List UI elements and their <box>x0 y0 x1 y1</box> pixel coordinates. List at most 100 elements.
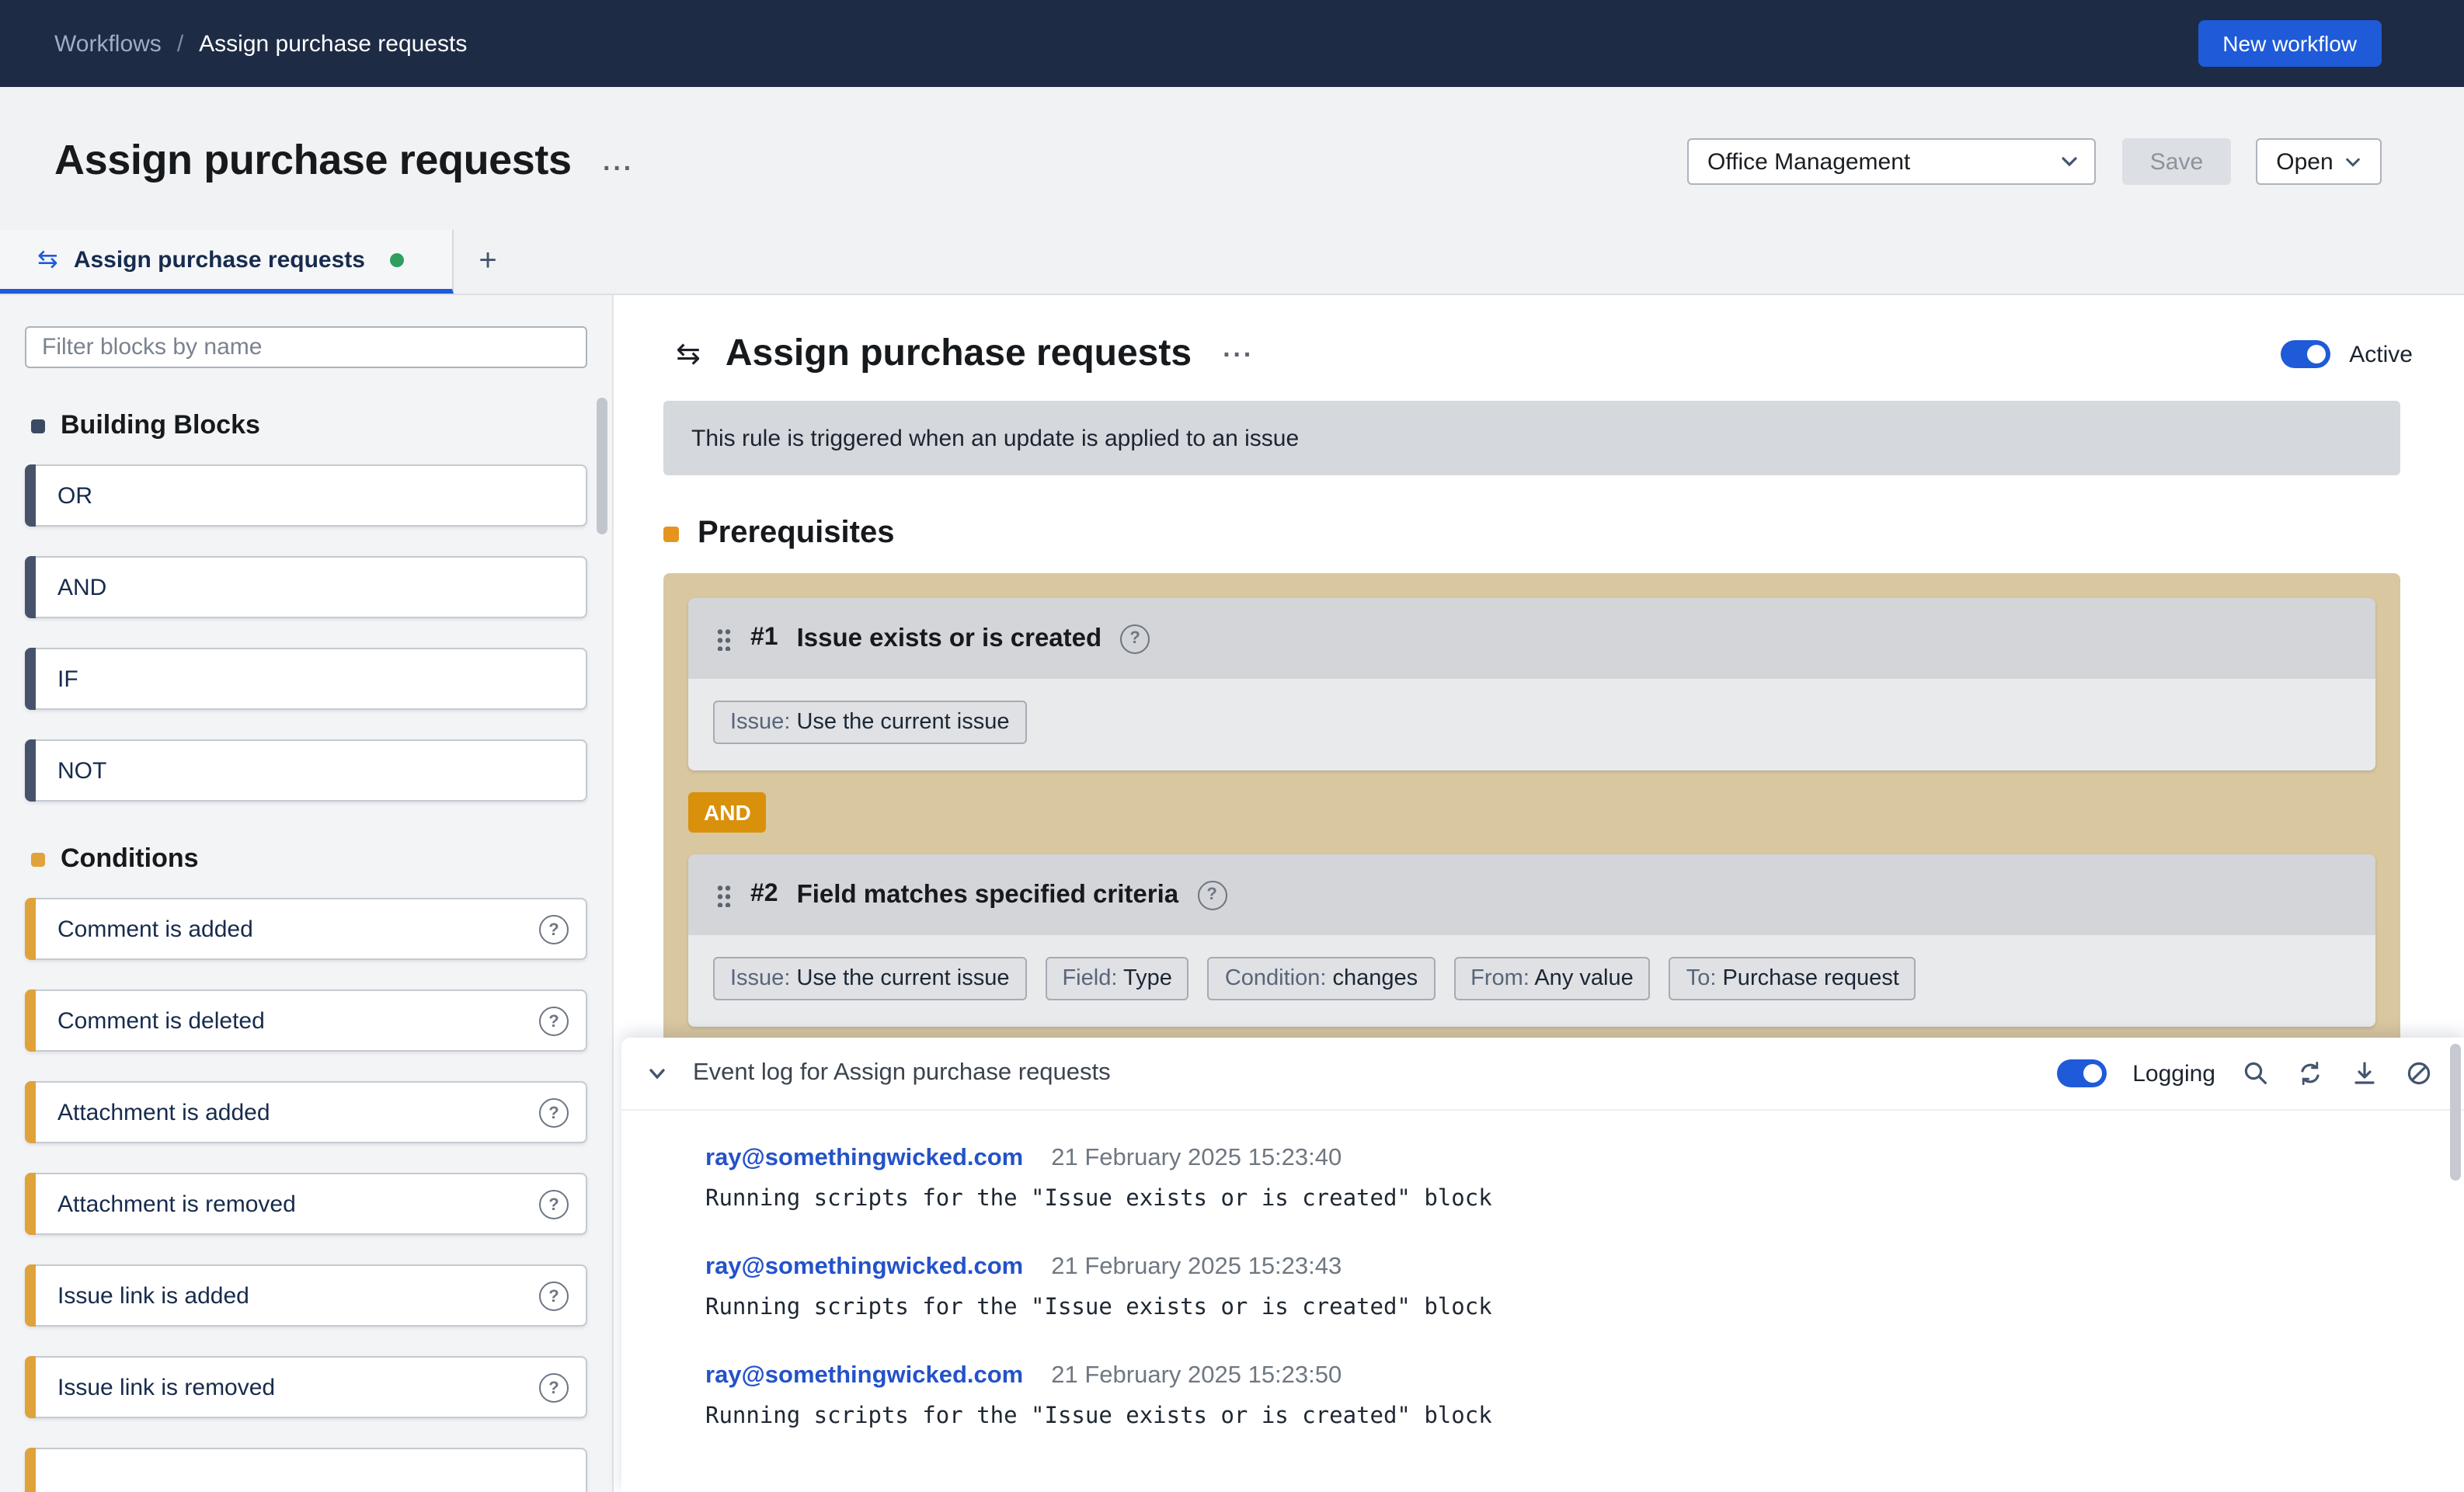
tab-assign-purchase-requests[interactable]: ⇆ Assign purchase requests <box>0 230 454 294</box>
chip-label: To: <box>1686 966 1717 991</box>
block-card-label: AND <box>57 574 106 600</box>
project-dropdown-value: Office Management <box>1707 148 1910 175</box>
log-timestamp: 21 February 2025 15:23:43 <box>1051 1254 1342 1282</box>
block-card-label: NOT <box>57 757 106 784</box>
active-toggle-label: Active <box>2349 341 2413 367</box>
rule-block-2[interactable]: #2 Field matches specified criteria ? Is… <box>688 854 2375 1027</box>
toggle-knob <box>2083 1064 2101 1083</box>
block-card-comment-is-added[interactable]: Comment is added ? <box>25 898 587 960</box>
chip-label: Condition: <box>1225 966 1327 991</box>
workflow-title: Assign purchase requests <box>726 332 1192 376</box>
download-log-icon[interactable] <box>2351 1059 2379 1087</box>
add-tab-button[interactable]: + <box>466 239 510 283</box>
breadcrumb-current: Assign purchase requests <box>199 30 467 57</box>
page-title: Assign purchase requests <box>54 137 572 185</box>
rule-block-1-header: #1 Issue exists or is created ? <box>688 598 2375 679</box>
open-button[interactable]: Open <box>2256 138 2382 185</box>
prerequisites-title: Prerequisites <box>698 516 894 551</box>
block-card-or[interactable]: OR <box>25 464 587 527</box>
breadcrumb-workflows-link[interactable]: Workflows <box>54 30 162 57</box>
page-header: Assign purchase requests ··· Office Mana… <box>0 87 2464 230</box>
drag-handle-icon[interactable] <box>716 882 732 907</box>
block-card-label: Issue link is added <box>57 1282 249 1309</box>
rule-title: Field matches specified criteria <box>797 880 1179 909</box>
search-log-icon[interactable] <box>2242 1059 2270 1087</box>
collapse-log-icon[interactable] <box>646 1062 668 1084</box>
rule-chip-condition: Condition: changes <box>1208 957 1435 1000</box>
help-icon[interactable]: ? <box>539 1282 569 1311</box>
save-button[interactable]: Save <box>2122 138 2231 185</box>
log-user-link[interactable]: ray@somethingwicked.com <box>705 1254 1023 1282</box>
help-icon[interactable]: ? <box>539 1098 569 1128</box>
prerequisites-heading: Prerequisites <box>663 516 2464 551</box>
chip-value: Type <box>1123 966 1172 991</box>
workflow-more-options-icon[interactable]: ··· <box>1216 338 1260 370</box>
rule-chip-to: To: Purchase request <box>1669 957 1916 1000</box>
log-entry: ray@somethingwicked.com 21 February 2025… <box>705 1362 2464 1429</box>
new-workflow-button[interactable]: New workflow <box>2198 20 2382 67</box>
rule-chip-from: From: Any value <box>1453 957 1651 1000</box>
filter-blocks-input[interactable] <box>25 326 587 368</box>
event-log-title: Event log for Assign purchase requests <box>693 1059 1111 1087</box>
active-toggle[interactable] <box>2281 340 2330 368</box>
help-icon[interactable]: ? <box>1120 624 1150 653</box>
page-more-options-icon[interactable]: ··· <box>597 152 640 185</box>
workflow-tab-bar: ⇆ Assign purchase requests + <box>0 230 2464 295</box>
breadcrumb-separator: / <box>177 30 183 57</box>
log-entry: ray@somethingwicked.com 21 February 2025… <box>705 1145 2464 1212</box>
block-card-comment-is-deleted[interactable]: Comment is deleted ? <box>25 989 587 1052</box>
rule-block-2-body: Issue: Use the current issue Field: Type… <box>688 935 2375 1027</box>
log-user-link[interactable]: ray@somethingwicked.com <box>705 1145 1023 1173</box>
event-log-entries: ray@somethingwicked.com 21 February 2025… <box>621 1111 2464 1429</box>
chip-label: From: <box>1470 966 1530 991</box>
log-message: Running scripts for the "Issue exists or… <box>705 1404 2464 1429</box>
event-log-header: Event log for Assign purchase requests L… <box>621 1038 2464 1111</box>
building-blocks-section-heading: Building Blocks <box>31 410 587 441</box>
logging-toggle[interactable] <box>2056 1059 2106 1087</box>
rule-chip-issue: Issue: Use the current issue <box>713 957 1026 1000</box>
chevron-down-icon <box>2344 153 2361 170</box>
block-card-issue-link-is-removed[interactable]: Issue link is removed ? <box>25 1356 587 1418</box>
workflow-header: ⇆ Assign purchase requests ··· Active <box>614 295 2464 376</box>
workflow-builder-app: Workflows / Assign purchase requests New… <box>0 0 2464 1492</box>
rule-chip-field: Field: Type <box>1045 957 1188 1000</box>
and-connector[interactable]: AND <box>688 792 767 833</box>
block-card-partial[interactable] <box>25 1448 587 1492</box>
chip-value: Any value <box>1534 966 1633 991</box>
block-card-issue-link-is-added[interactable]: Issue link is added ? <box>25 1264 587 1327</box>
help-icon[interactable]: ? <box>539 1373 569 1403</box>
open-button-label: Open <box>2276 148 2333 175</box>
project-dropdown[interactable]: Office Management <box>1687 138 2096 185</box>
clear-log-icon[interactable] <box>2405 1059 2433 1087</box>
event-log-scrollbar[interactable] <box>2450 1044 2461 1181</box>
log-entry: ray@somethingwicked.com 21 February 2025… <box>705 1254 2464 1320</box>
refresh-log-icon[interactable] <box>2296 1059 2324 1087</box>
conditions-title: Conditions <box>61 843 199 875</box>
rule-block-1[interactable]: #1 Issue exists or is created ? Issue: U… <box>688 598 2375 770</box>
event-log-actions: Logging <box>2056 1059 2433 1087</box>
chip-label: Issue: <box>730 966 790 991</box>
block-card-attachment-is-added[interactable]: Attachment is added ? <box>25 1081 587 1143</box>
log-message: Running scripts for the "Issue exists or… <box>705 1187 2464 1212</box>
help-icon[interactable]: ? <box>539 1190 569 1219</box>
block-card-label: IF <box>57 666 78 692</box>
log-timestamp: 21 February 2025 15:23:50 <box>1051 1362 1342 1390</box>
block-card-label: Issue link is removed <box>57 1374 275 1400</box>
log-timestamp: 21 February 2025 15:23:40 <box>1051 1145 1342 1173</box>
help-icon[interactable]: ? <box>539 915 569 944</box>
tab-label: Assign purchase requests <box>74 246 365 273</box>
sidebar-scrollbar[interactable] <box>597 398 607 534</box>
rule-block-2-header: #2 Field matches specified criteria ? <box>688 854 2375 935</box>
log-user-link[interactable]: ray@somethingwicked.com <box>705 1362 1023 1390</box>
block-card-and[interactable]: AND <box>25 556 587 618</box>
help-icon[interactable]: ? <box>539 1007 569 1036</box>
block-card-not[interactable]: NOT <box>25 739 587 802</box>
conditions-section-heading: Conditions <box>31 843 587 875</box>
rule-number: #2 <box>750 881 778 909</box>
block-card-attachment-is-removed[interactable]: Attachment is removed ? <box>25 1173 587 1235</box>
block-card-if[interactable]: IF <box>25 648 587 710</box>
block-card-label: Attachment is added <box>57 1099 270 1125</box>
help-icon[interactable]: ? <box>1197 880 1227 909</box>
chip-label: Field: <box>1062 966 1117 991</box>
drag-handle-icon[interactable] <box>716 626 732 651</box>
